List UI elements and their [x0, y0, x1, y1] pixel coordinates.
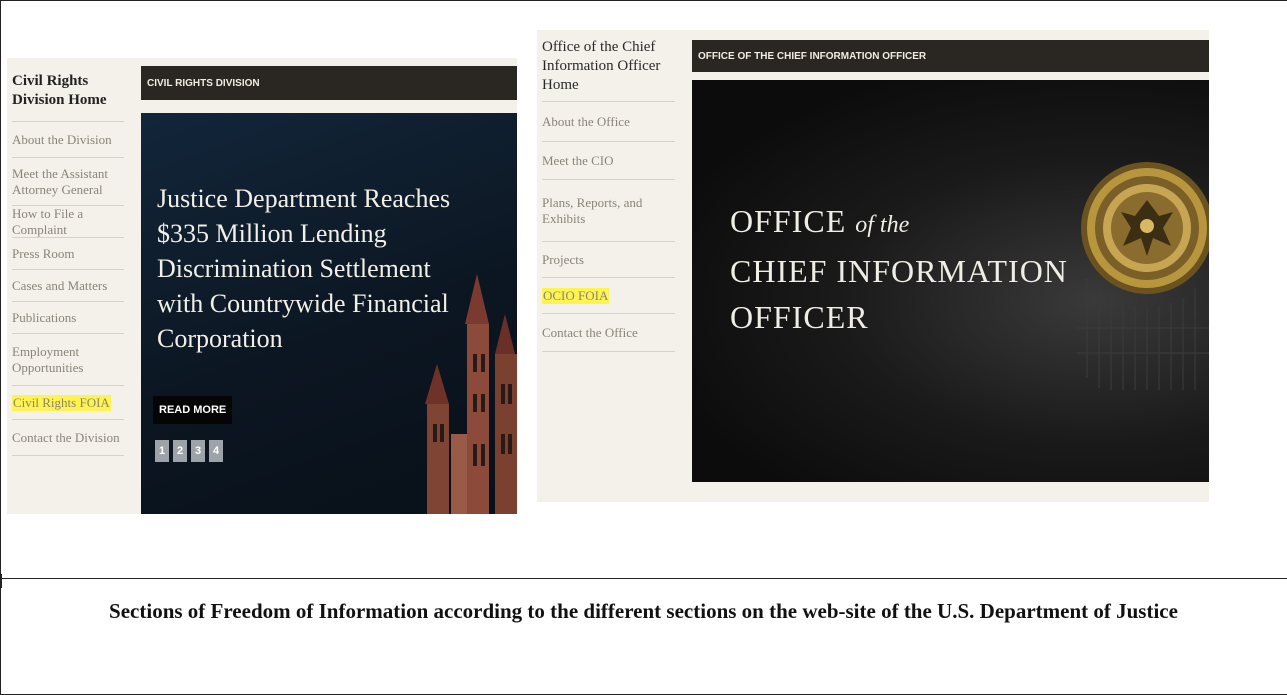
sidebar-item-label: Contact the Office [542, 324, 638, 340]
pager-button-3[interactable]: 3 [191, 440, 205, 462]
sidebar-item-meet-aag[interactable]: Meet the Assistant Attorney General [12, 158, 124, 206]
sidebar-item-contact[interactable]: Contact the Division [12, 420, 124, 456]
sidebar-item-plans-reports[interactable]: Plans, Reports, and Exhibits [542, 180, 675, 242]
hero-line-officer: OFFICER [730, 299, 869, 335]
sidebar-item-file-complaint[interactable]: How to File a Complaint [12, 206, 124, 238]
sidebar-item-label: Contact the Division [12, 429, 120, 445]
sidebar-item-home[interactable]: Office of the Chief Information Officer … [542, 30, 675, 102]
hero-line-office: OFFICE [730, 203, 847, 239]
sidebar-item-label: Plans, Reports, and Exhibits [542, 194, 643, 226]
sidebar-item-press-room[interactable]: Press Room [12, 238, 124, 270]
sidebar-item-label: Meet the Assistant Attorney General [12, 165, 109, 197]
ocio-sidebar: Office of the Chief Information Officer … [542, 30, 675, 352]
sidebar-item-home[interactable]: Civil Rights Division Home [12, 58, 124, 122]
sidebar-item-label: Press Room [12, 245, 75, 261]
sidebar-item-label: Projects [542, 251, 584, 267]
sidebar-item-contact[interactable]: Contact the Office [542, 314, 675, 352]
ocio-screenshot: Office of the Chief Information Officer … [537, 30, 1209, 502]
ocio-hero-title: OFFICE of the CHIEF INFORMATION OFFICER [730, 198, 1068, 340]
sidebar-item-label: About the Office [542, 113, 630, 129]
sidebar-item-label: Civil Rights Division Home [12, 73, 107, 108]
sidebar-item-label: Office of the Chief Information Officer … [542, 39, 661, 93]
section-header-text: CIVIL RIGHTS DIVISION [147, 77, 260, 89]
sidebar-item-publications[interactable]: Publications [12, 302, 124, 334]
caption-divider [0, 578, 1287, 579]
sidebar-item-label: Employment Opportunities [12, 343, 84, 375]
sidebar-item-meet-cio[interactable]: Meet the CIO [542, 142, 675, 180]
sidebar-item-label: About the Division [12, 131, 112, 147]
civil-rights-screenshot: Civil Rights Division Home About the Div… [7, 58, 517, 514]
hero-of-the: of the [855, 212, 910, 238]
sidebar-item-label: How to File a Complaint [12, 205, 84, 237]
sidebar-item-cases[interactable]: Cases and Matters [12, 270, 124, 302]
section-header-bar: CIVIL RIGHTS DIVISION [141, 66, 517, 100]
carousel-pager: 1 2 3 4 [155, 440, 223, 462]
sidebar-item-label-highlighted: OCIO FOIA [542, 287, 610, 304]
hero-carousel[interactable]: Justice Department Reaches $335 Million … [141, 113, 517, 514]
department-of-justice-seal-icon [1077, 162, 1209, 390]
pager-button-1[interactable]: 1 [155, 440, 169, 462]
sidebar-item-label: Meet the CIO [542, 152, 614, 168]
sidebar-item-ocio-foia[interactable]: OCIO FOIA [542, 278, 675, 314]
sidebar-item-projects[interactable]: Projects [542, 242, 675, 278]
section-header-bar: OFFICE OF THE CHIEF INFORMATION OFFICER [692, 40, 1209, 72]
sidebar-item-label: Publications [12, 309, 77, 325]
sidebar-item-civil-rights-foia[interactable]: Civil Rights FOIA [12, 386, 124, 420]
civil-rights-sidebar: Civil Rights Division Home About the Div… [12, 58, 124, 456]
sidebar-item-employment[interactable]: Employment Opportunities [12, 334, 124, 386]
divider-tick [0, 574, 2, 588]
sidebar-item-about[interactable]: About the Division [12, 122, 124, 158]
sidebar-item-about[interactable]: About the Office [542, 102, 675, 142]
hero-headline[interactable]: Justice Department Reaches $335 Million … [157, 181, 457, 356]
section-header-text: OFFICE OF THE CHIEF INFORMATION OFFICER [698, 50, 927, 62]
read-more-button[interactable]: READ MORE [153, 396, 233, 424]
sidebar-item-label-highlighted: Civil Rights FOIA [12, 394, 111, 411]
figure-caption: Sections of Freedom of Information accor… [109, 599, 1178, 623]
sidebar-item-label: Cases and Matters [12, 277, 108, 293]
pager-button-4[interactable]: 4 [209, 440, 223, 462]
hero-line-chief-information: CHIEF INFORMATION [730, 253, 1068, 289]
ocio-hero-banner: OFFICE of the CHIEF INFORMATION OFFICER [692, 80, 1209, 482]
pager-button-2[interactable]: 2 [173, 440, 187, 462]
